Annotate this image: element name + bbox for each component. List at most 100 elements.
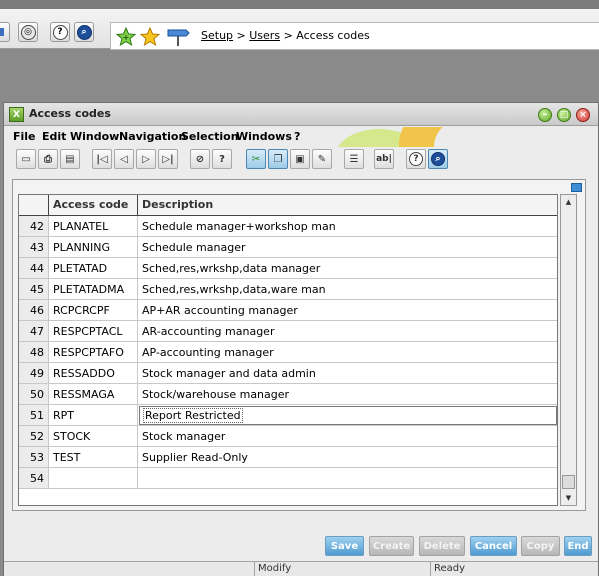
description-edit-field[interactable]: Report Restricted	[139, 406, 557, 425]
help-icon[interactable]: ?	[212, 149, 232, 169]
menu-navigation[interactable]: Navigation	[119, 130, 186, 143]
scroll-down-icon[interactable]: ▼	[561, 491, 576, 505]
description-cell[interactable]: Sched,res,wrkshp,data manager	[138, 258, 557, 278]
table-row[interactable]: 49 RESSADDO Stock manager and data admin	[19, 363, 557, 384]
minimize-icon[interactable]: –	[538, 108, 552, 122]
window-title: Access codes	[29, 107, 111, 120]
access-code-cell[interactable]: RPT	[49, 405, 138, 425]
description-cell[interactable]: AP-accounting manager	[138, 342, 557, 362]
column-header-description[interactable]: Description	[138, 195, 557, 215]
paste-icon[interactable]: ▣	[290, 149, 310, 169]
print-icon[interactable]: ⎙	[38, 149, 58, 169]
new-icon[interactable]: ▭	[16, 149, 36, 169]
favorites-icon[interactable]	[139, 26, 161, 48]
table-row[interactable]: 47 RESPCPTACL AR-accounting manager	[19, 321, 557, 342]
zoom-circle-icon[interactable]: ◎	[18, 22, 38, 42]
access-code-cell[interactable]: STOCK	[49, 426, 138, 446]
table-row[interactable]: 54	[19, 468, 557, 489]
description-cell[interactable]: AP+AR accounting manager	[138, 300, 557, 320]
access-code-cell[interactable]	[49, 468, 138, 488]
close-icon[interactable]: ×	[576, 108, 590, 122]
row-number: 50	[19, 384, 49, 404]
window-titlebar[interactable]: X Access codes – □ ×	[4, 103, 598, 126]
list-icon[interactable]: ☰	[344, 149, 364, 169]
table-row[interactable]: 51 RPT Report Restricted	[19, 405, 557, 426]
table-row[interactable]: 52 STOCK Stock manager	[19, 426, 557, 447]
print-preview-icon[interactable]: ▤	[60, 149, 80, 169]
access-codes-table: Access code Description 42 PLANATEL Schedu…	[18, 194, 558, 506]
cut-icon[interactable]: ✂	[246, 149, 266, 169]
row-number: 44	[19, 258, 49, 278]
favorite-add-icon[interactable]: +	[115, 26, 137, 48]
save-button[interactable]: Save	[325, 536, 364, 556]
svg-text:+: +	[123, 33, 130, 42]
expand-icon[interactable]	[571, 183, 582, 192]
help-icon[interactable]: ?	[50, 22, 70, 42]
delete-button[interactable]: Delete	[419, 536, 465, 556]
end-button[interactable]: End	[564, 536, 592, 556]
description-edit-value: Report Restricted	[143, 408, 243, 423]
decoration-shape	[434, 127, 494, 147]
access-code-cell[interactable]: RESSADDO	[49, 363, 138, 383]
copy-icon[interactable]: ❐	[268, 149, 288, 169]
breadcrumb-setup[interactable]: Setup	[201, 29, 233, 42]
last-record-icon[interactable]: ▷|	[158, 149, 178, 169]
access-code-cell[interactable]: RESPCPTAFO	[49, 342, 138, 362]
description-cell[interactable]: Stock manager and data admin	[138, 363, 557, 383]
access-code-cell[interactable]: PLETATAD	[49, 258, 138, 278]
create-button[interactable]: Create	[369, 536, 414, 556]
scroll-thumb[interactable]	[562, 475, 575, 489]
search-icon[interactable]: ⌕	[428, 149, 448, 169]
description-cell[interactable]: Stock/warehouse manager	[138, 384, 557, 404]
access-code-cell[interactable]: RCPCRCPF	[49, 300, 138, 320]
description-cell[interactable]: Stock manager	[138, 426, 557, 446]
search-icon[interactable]: ⌕	[74, 22, 94, 42]
access-code-cell[interactable]: PLANNING	[49, 237, 138, 257]
description-cell[interactable]: Schedule manager+workshop man	[138, 216, 557, 236]
app-toolbar: ◎ ? ⌕ + Setup > Users > Access codes	[0, 9, 599, 50]
menu-windows[interactable]: Windows	[236, 130, 292, 143]
menu-help[interactable]: ?	[294, 130, 300, 143]
table-row[interactable]: 42 PLANATEL Schedule manager+workshop man	[19, 216, 557, 237]
access-code-cell[interactable]: TEST	[49, 447, 138, 467]
table-row[interactable]: 48 RESPCPTAFO AP-accounting manager	[19, 342, 557, 363]
breadcrumb-users[interactable]: Users	[249, 29, 280, 42]
next-record-icon[interactable]: ▷	[136, 149, 156, 169]
attach-icon[interactable]: ⊘	[190, 149, 210, 169]
cancel-button[interactable]: Cancel	[470, 536, 517, 556]
description-cell[interactable]: Schedule manager	[138, 237, 557, 257]
menu-edit[interactable]: Edit	[42, 130, 66, 143]
access-code-cell[interactable]: RESPCPTACL	[49, 321, 138, 341]
partial-icon[interactable]	[0, 22, 10, 42]
table-row[interactable]: 44 PLETATAD Sched,res,wrkshp,data manager	[19, 258, 557, 279]
table-row[interactable]: 53 TEST Supplier Read-Only	[19, 447, 557, 468]
row-number: 52	[19, 426, 49, 446]
menu-selection[interactable]: Selection	[181, 130, 239, 143]
table-row[interactable]: 45 PLETATADMA Sched,res,wrkshp,data,ware m…	[19, 279, 557, 300]
maximize-icon[interactable]: □	[557, 108, 571, 122]
copy-button[interactable]: Copy	[521, 536, 560, 556]
action-buttons: Save Create Delete Cancel Copy End	[4, 536, 598, 558]
access-code-cell[interactable]: PLETATADMA	[49, 279, 138, 299]
access-code-cell[interactable]: PLANATEL	[49, 216, 138, 236]
description-cell[interactable]: Sched,res,wrkshp,data,ware man	[138, 279, 557, 299]
access-code-cell[interactable]: RESSMAGA	[49, 384, 138, 404]
row-number: 49	[19, 363, 49, 383]
column-header-access-code[interactable]: Access code	[49, 195, 138, 215]
vertical-scrollbar[interactable]: ▲ ▼	[560, 194, 577, 506]
description-cell[interactable]: Supplier Read-Only	[138, 447, 557, 467]
table-row[interactable]: 43 PLANNING Schedule manager	[19, 237, 557, 258]
menu-file[interactable]: File	[13, 130, 36, 143]
text-field-icon[interactable]: ab|	[374, 149, 394, 169]
scroll-up-icon[interactable]: ▲	[561, 195, 576, 209]
table-row[interactable]: 50 RESSMAGA Stock/warehouse manager	[19, 384, 557, 405]
previous-record-icon[interactable]: ◁	[114, 149, 134, 169]
first-record-icon[interactable]: |◁	[92, 149, 112, 169]
table-row[interactable]: 46 RCPCRCPF AP+AR accounting manager	[19, 300, 557, 321]
menu-window[interactable]: Window	[70, 130, 119, 143]
description-cell[interactable]	[138, 468, 557, 488]
sign-icon[interactable]: ✎	[312, 149, 332, 169]
help-circle-icon[interactable]: ?	[406, 149, 426, 169]
description-cell[interactable]: AR-accounting manager	[138, 321, 557, 341]
signpost-icon[interactable]	[165, 26, 191, 48]
